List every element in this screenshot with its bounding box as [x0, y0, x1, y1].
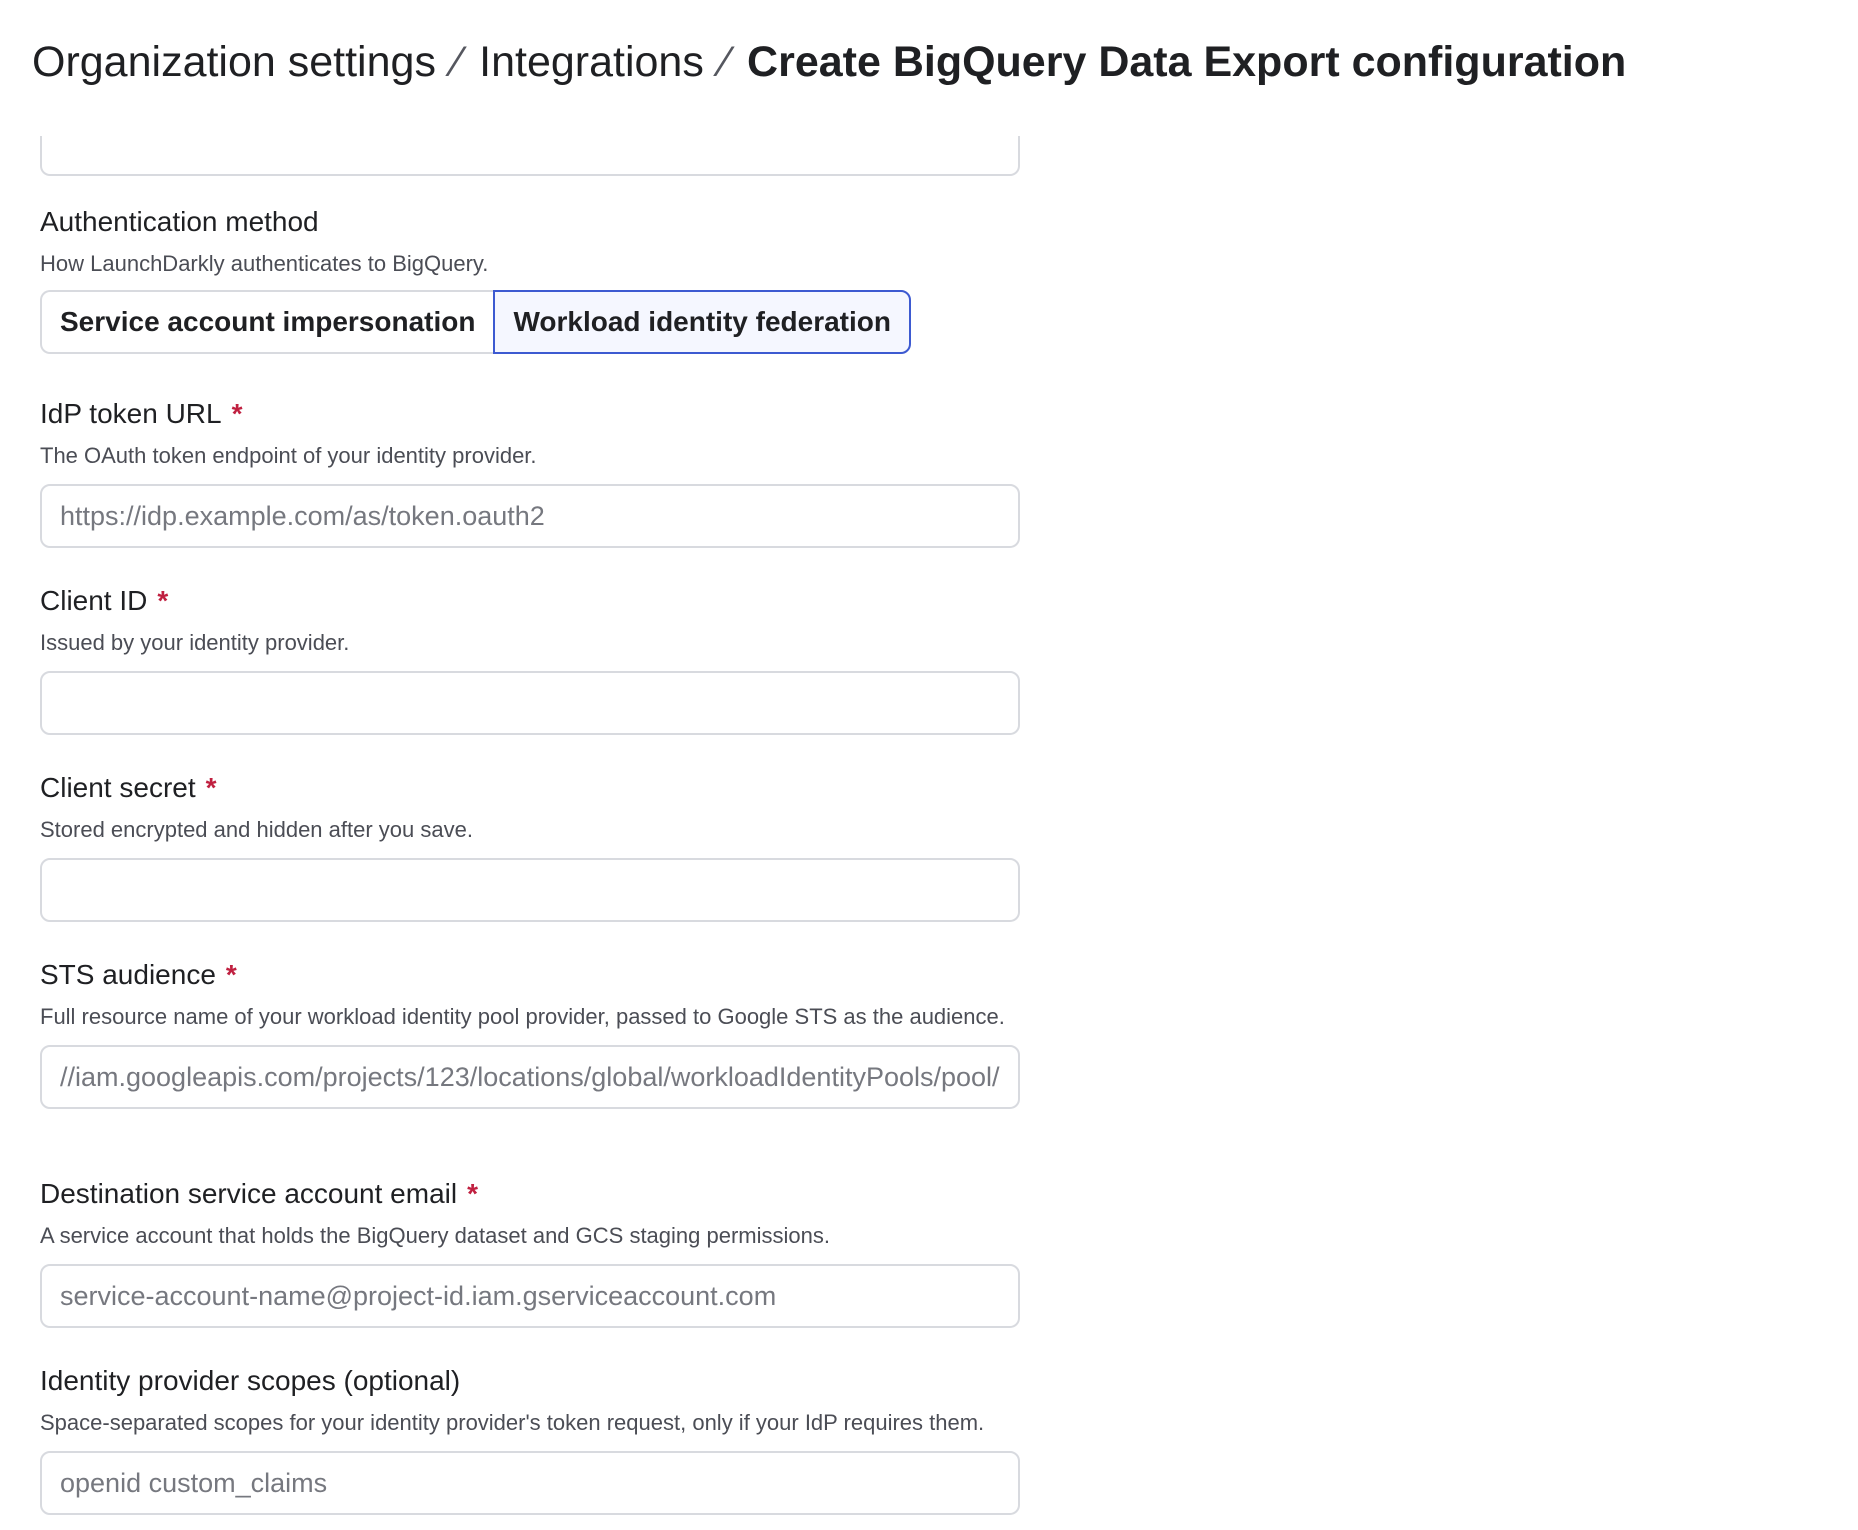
- breadcrumb: Organization settings ⁄ Integrations ⁄ C…: [32, 34, 1626, 90]
- required-marker: *: [231, 398, 243, 429]
- idp-token-url-label-text: IdP token URL: [40, 398, 222, 429]
- client-id-label-text: Client ID: [40, 585, 148, 616]
- idp-scopes-label: Identity provider scopes (optional): [40, 1365, 461, 1396]
- required-marker: *: [467, 1178, 478, 1209]
- sts-audience-input[interactable]: [40, 1045, 1020, 1109]
- page: Organization settings ⁄ Integrations ⁄ C…: [0, 0, 1858, 1530]
- client-secret-input[interactable]: [40, 858, 1020, 922]
- client-secret-help: Stored encrypted and hidden after you sa…: [40, 817, 473, 842]
- client-id-field: Client ID * Issued by your identity prov…: [40, 583, 1020, 735]
- idp-scopes-input[interactable]: [40, 1451, 1020, 1515]
- scrolled-field: [40, 124, 1020, 176]
- client-id-help: Issued by your identity provider.: [40, 630, 350, 655]
- breadcrumb-organization-settings[interactable]: Organization settings: [32, 38, 436, 87]
- destination-sa-email-field: Destination service account email * A se…: [40, 1176, 1020, 1328]
- breadcrumb-separator: ⁄: [453, 37, 462, 86]
- destination-sa-email-label: Destination service account email *: [40, 1176, 1020, 1212]
- auth-method-toggle: Service account impersonation Workload i…: [40, 290, 1020, 354]
- idp-scopes-field: Identity provider scopes (optional) Spac…: [40, 1363, 1020, 1515]
- client-secret-label-text: Client secret: [40, 772, 196, 803]
- sts-audience-field: STS audience * Full resource name of you…: [40, 957, 1020, 1109]
- idp-token-url-field: IdP token URL * The OAuth token endpoint…: [40, 396, 1020, 548]
- idp-token-url-help: The OAuth token endpoint of your identit…: [40, 443, 537, 468]
- auth-method-help: How LaunchDarkly authenticates to BigQue…: [40, 251, 489, 276]
- sts-audience-label-text: STS audience: [40, 959, 216, 990]
- workload-identity-federation-option[interactable]: Workload identity federation: [493, 290, 911, 354]
- required-marker: *: [225, 959, 237, 990]
- sts-audience-label: STS audience *: [40, 957, 1020, 993]
- client-secret-label: Client secret *: [40, 770, 1020, 806]
- scrolled-input[interactable]: [40, 136, 1020, 176]
- auth-method-label: Authentication method: [40, 206, 319, 237]
- page-title: Create BigQuery Data Export configuratio…: [747, 37, 1627, 86]
- breadcrumb-separator: ⁄: [721, 37, 730, 86]
- idp-scopes-help: Space-separated scopes for your identity…: [40, 1410, 985, 1435]
- client-id-input[interactable]: [40, 671, 1020, 735]
- client-id-label: Client ID *: [40, 583, 1020, 619]
- idp-token-url-label: IdP token URL *: [40, 396, 1020, 432]
- client-secret-field: Client secret * Stored encrypted and hid…: [40, 770, 1020, 922]
- service-account-impersonation-option[interactable]: Service account impersonation: [40, 290, 494, 354]
- breadcrumb-integrations[interactable]: Integrations: [479, 38, 704, 87]
- required-marker: *: [157, 585, 169, 616]
- destination-sa-email-label-text: Destination service account email: [40, 1178, 458, 1209]
- sts-audience-help: Full resource name of your workload iden…: [40, 1004, 1005, 1029]
- destination-sa-email-help: A service account that holds the BigQuer…: [40, 1223, 830, 1248]
- idp-token-url-input[interactable]: [40, 484, 1020, 548]
- required-marker: *: [205, 772, 217, 803]
- auth-method-field: Authentication method How LaunchDarkly a…: [40, 204, 1020, 354]
- destination-sa-email-input[interactable]: [40, 1264, 1020, 1328]
